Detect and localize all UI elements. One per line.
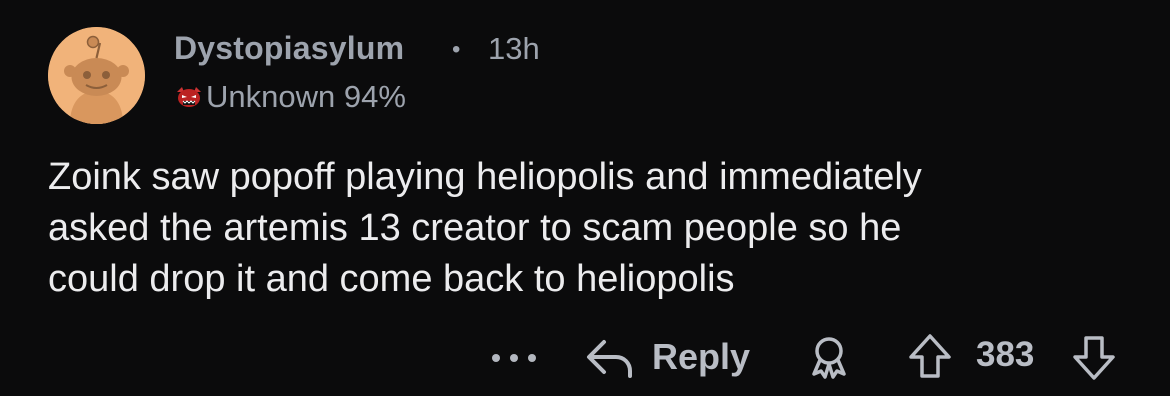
upvote-arrow-icon <box>909 334 951 378</box>
meta-separator: • <box>452 36 461 63</box>
user-flair: Unknown 94% <box>206 79 406 114</box>
vote-score: 383 <box>976 335 1035 374</box>
comment-author[interactable]: Dystopiasylum <box>174 30 404 67</box>
comment-body: Zoink saw popoff playing heliopolis and … <box>48 152 1148 305</box>
award-button[interactable] <box>806 334 852 380</box>
reply-label: Reply <box>652 336 751 377</box>
award-icon <box>812 337 846 379</box>
comment-action-bar: Reply 383 <box>0 330 1170 386</box>
downvote-arrow-icon <box>1073 336 1115 380</box>
comment-timestamp: 13h <box>488 31 540 66</box>
comment-card: Dystopiasylum • 13h Unknown 94% Zoink sa… <box>0 0 1170 396</box>
reply-arrow-icon <box>587 340 632 378</box>
comment-body-line: could drop it and come back to heliopoli… <box>48 258 735 300</box>
demon-difficulty-face-icon <box>174 82 204 112</box>
more-dots-icon <box>492 354 500 362</box>
comment-body-line: Zoink saw popoff playing heliopolis and … <box>48 156 922 198</box>
downvote-button[interactable] <box>1070 334 1118 382</box>
user-avatar[interactable] <box>48 27 145 124</box>
upvote-button[interactable] <box>906 332 954 380</box>
comment-body-line: asked the artemis 13 creator to scam peo… <box>48 207 902 249</box>
snoo-avatar-icon <box>48 27 145 124</box>
more-options-button[interactable] <box>488 338 540 374</box>
